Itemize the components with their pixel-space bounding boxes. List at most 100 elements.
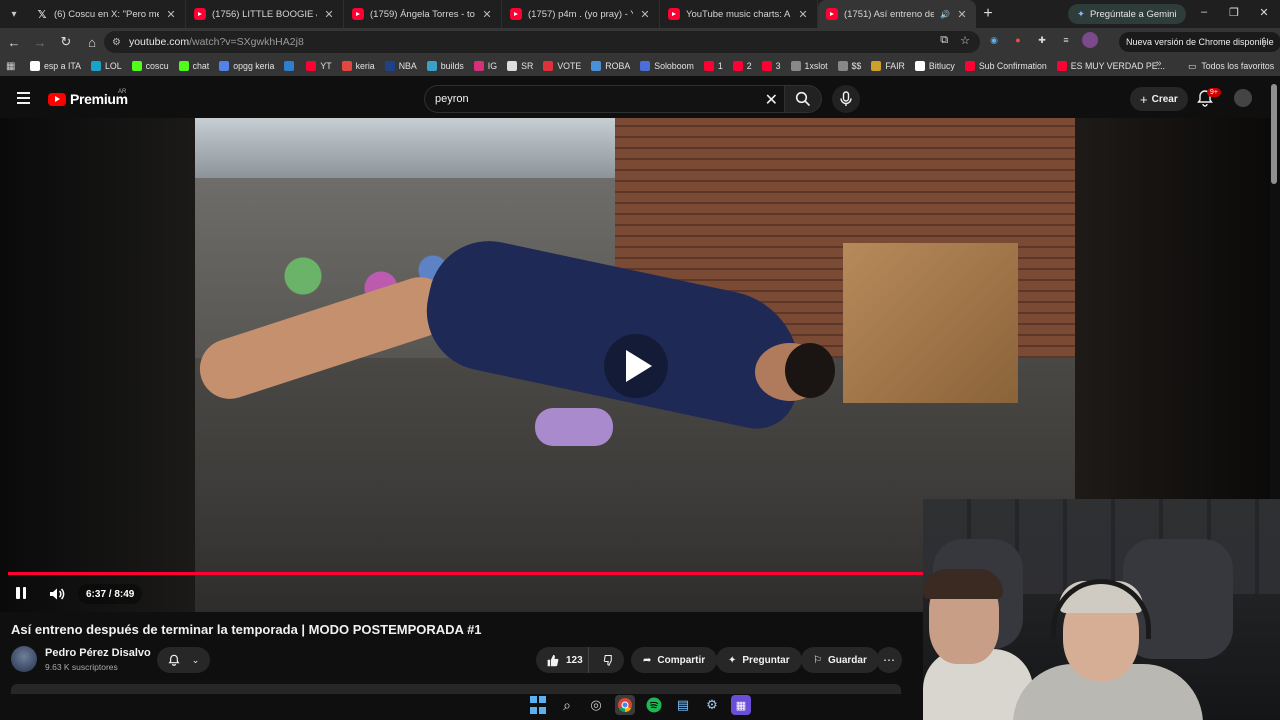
bookmark-favicon-icon [91, 61, 101, 71]
share-label: Compartir [657, 654, 706, 666]
bookmark-item[interactable]: $$ [837, 61, 861, 71]
channel-name[interactable]: Pedro Pérez Disalvo [45, 647, 151, 659]
pause-icon[interactable] [14, 587, 28, 601]
browser-tab[interactable]: (1757) p4m . (yo pray) - YouTub ✕ [502, 0, 660, 28]
chrome-update-button[interactable]: Nueva versión de Chrome disponible [1119, 32, 1280, 52]
description-box[interactable] [11, 684, 901, 694]
dislike-button[interactable] [595, 647, 625, 673]
save-button[interactable]: ⚐ Guardar [801, 647, 879, 673]
bookmark-item[interactable]: chat [178, 61, 209, 71]
profile-avatar-icon[interactable] [1082, 32, 1098, 48]
bookmark-item[interactable]: FAIR [871, 61, 905, 71]
bookmark-item[interactable] [284, 61, 298, 71]
browser-tab[interactable]: 𝕏 (6) Coscu en X: "Pero me queria ✕ [28, 0, 186, 28]
browser-tab[interactable]: (1756) LITTLE BOOGIE & POST ✕ [186, 0, 344, 28]
extension-red-icon[interactable]: ● [1010, 32, 1026, 48]
bookmark-item[interactable]: 1xslot [790, 61, 828, 71]
subscription-notifications-button[interactable]: ⌄ [157, 647, 210, 673]
tab-close-icon[interactable]: ✕ [639, 8, 651, 21]
all-bookmarks-button[interactable]: ▭ Todos los favoritos [1188, 56, 1274, 76]
bookmark-item[interactable]: NBA [384, 61, 417, 71]
tab-close-icon[interactable]: ✕ [481, 8, 493, 21]
home-icon[interactable]: ⌂ [80, 30, 104, 54]
bookmark-favicon-icon [384, 61, 395, 71]
media-controls-icon[interactable]: ≡ [1058, 32, 1074, 48]
bookmark-item[interactable]: builds [426, 61, 464, 71]
country-code: AR [118, 89, 127, 95]
clear-search-icon[interactable]: ✕ [765, 90, 778, 110]
extensions-puzzle-icon[interactable]: ✚ [1034, 32, 1050, 48]
notepad-taskbar-icon[interactable]: ▤ [673, 695, 693, 715]
minimize-icon[interactable]: – [1197, 6, 1211, 18]
chrome-menu-icon[interactable]: ⋮ [1258, 35, 1270, 49]
app-grid-taskbar-icon[interactable]: ▦ [731, 695, 751, 715]
site-info-icon[interactable]: ⚙ [112, 37, 121, 48]
tab-close-icon[interactable]: ✕ [956, 8, 968, 21]
voice-search-button[interactable] [832, 85, 860, 113]
bookmark-item[interactable]: LOL [91, 61, 122, 71]
bookmark-item[interactable]: VOTE [543, 61, 581, 71]
steam-taskbar-icon[interactable]: ⚙ [702, 695, 722, 715]
tab-close-icon[interactable]: ✕ [165, 8, 177, 21]
bookmark-item[interactable]: keria [341, 61, 375, 71]
chrome-taskbar-icon[interactable] [615, 695, 635, 715]
tab-search-icon[interactable]: ▾ [0, 0, 28, 28]
more-actions-button[interactable]: ⋯ [876, 647, 902, 673]
taskbar-app-icon[interactable]: ◎ [586, 695, 606, 715]
tab-close-icon[interactable]: ✕ [323, 8, 335, 21]
folder-icon: ▭ [1188, 60, 1197, 71]
new-tab-button[interactable]: + [976, 5, 1000, 23]
gemini-button[interactable]: ✦ Pregúntale a Gemini [1068, 4, 1186, 24]
search-button[interactable] [784, 85, 822, 113]
browser-tab[interactable]: (1751) Así entreno después 🔊 ✕ [818, 0, 976, 28]
bookmark-item[interactable]: coscu [131, 61, 169, 71]
bookmark-item[interactable]: ES MUY VERDAD PE... [1056, 61, 1165, 71]
windows-start-icon[interactable] [528, 695, 548, 715]
menu-icon[interactable] [17, 92, 30, 104]
search-input[interactable]: peyron ✕ [424, 85, 784, 113]
install-app-icon[interactable]: ⧉ [940, 34, 948, 47]
forward-icon[interactable]: → [28, 30, 52, 54]
page-scrollbar[interactable] [1271, 84, 1277, 184]
bookmark-item[interactable]: YT [306, 61, 332, 71]
browser-tab[interactable]: YouTube music charts: Argentin ✕ [660, 0, 818, 28]
share-button[interactable]: ➦ Compartir [631, 647, 718, 673]
apps-grid-icon[interactable]: ▦ [6, 61, 22, 72]
bookmark-item[interactable]: 2 [732, 61, 752, 71]
reload-icon[interactable]: ↻ [54, 30, 78, 54]
url-host: youtube.com [128, 36, 190, 48]
address-bar[interactable]: ⚙ youtube.com/watch?v=SXgwkhHA2j8 ⧉ ☆ [104, 31, 980, 53]
channel-avatar[interactable] [11, 646, 37, 672]
more-bookmarks-icon[interactable]: » [1156, 58, 1162, 69]
bookmark-item[interactable]: 3 [761, 61, 781, 71]
bookmark-item[interactable]: Soloboom [640, 61, 694, 71]
bookmark-item[interactable]: 1 [703, 61, 723, 71]
bookmark-item[interactable]: SR [507, 61, 533, 71]
ask-button[interactable]: ✦ Preguntar [716, 647, 802, 673]
bookmark-star-icon[interactable]: ☆ [960, 34, 970, 47]
maximize-icon[interactable]: ❐ [1227, 6, 1241, 19]
back-icon[interactable]: ← [2, 30, 26, 54]
bookmark-item[interactable]: Sub Confirmation [964, 61, 1047, 71]
close-window-icon[interactable]: ✕ [1257, 6, 1271, 19]
youtube-logo[interactable]: Premium [48, 91, 128, 107]
tab-audio-icon[interactable]: 🔊 [940, 10, 950, 19]
bookmark-item[interactable]: opgg keria [219, 61, 274, 71]
bookmark-item[interactable]: ROBA [591, 61, 630, 71]
extension-audio-icon[interactable]: ◉ [986, 32, 1002, 48]
bookmark-item[interactable]: IG [473, 61, 498, 71]
volume-icon[interactable] [48, 585, 66, 603]
large-play-icon[interactable] [604, 334, 668, 398]
webcam-person-left-hair [923, 569, 1003, 599]
account-avatar[interactable] [1234, 89, 1252, 107]
browser-tab[interactable]: (1759) Ángela Torres - torpe (O ✕ [344, 0, 502, 28]
bookmark-item[interactable]: esp a ITA [30, 61, 81, 71]
like-button[interactable]: 123 [536, 647, 589, 673]
create-button[interactable]: + Crear [1130, 87, 1188, 111]
spotify-taskbar-icon[interactable] [644, 695, 664, 715]
windows-taskbar: ⌕ ◎ ▤ ⚙ ▦ [520, 692, 766, 718]
tab-close-icon[interactable]: ✕ [797, 8, 809, 21]
bookmark-item[interactable]: Bitlucy [914, 61, 955, 71]
bookmark-label: IG [487, 61, 498, 71]
taskbar-search-icon[interactable]: ⌕ [557, 695, 577, 715]
